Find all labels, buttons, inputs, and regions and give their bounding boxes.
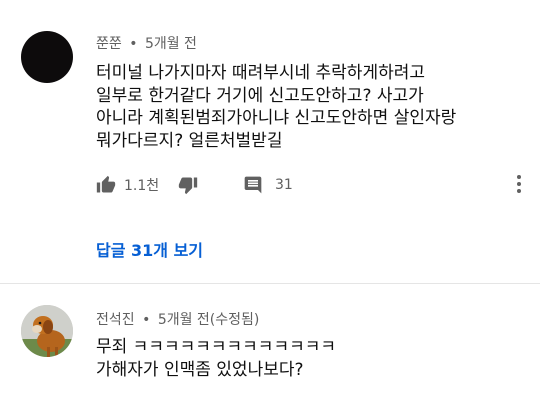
- comment-line: 가해자가 인맥좀 있었나보다?: [96, 359, 304, 380]
- view-replies-link[interactable]: 답글 31개 보기: [96, 237, 203, 261]
- like-button[interactable]: 1.1천: [96, 170, 159, 200]
- dog-photo: [21, 305, 73, 357]
- comment-time[interactable]: 5개월 전(수정됨): [158, 312, 260, 328]
- comment-icon: [243, 175, 263, 195]
- comment-line: 아니라 계획된범죄가아니냐 신고도안하면 살인자랑: [96, 108, 457, 128]
- comment-line: 무죄 ㅋㅋㅋㅋㅋㅋㅋㅋㅋㅋㅋㅋㅋ: [96, 337, 337, 357]
- comment-author[interactable]: 쭌쭌: [96, 36, 122, 52]
- comment-line: 터미널 나가지마자 때려부시네 추락하게하려고: [96, 63, 426, 83]
- comment-line: 일부로 한거같다 거기에 신고도안하고? 사고가: [96, 85, 424, 106]
- meta-separator: •: [142, 312, 151, 328]
- like-count: 1.1천: [124, 178, 160, 194]
- divider: [0, 283, 540, 284]
- comment-meta: 쭌쭌 • 5개월 전: [96, 33, 197, 53]
- more-options-button[interactable]: [516, 174, 522, 198]
- reply-button[interactable]: 31: [243, 170, 293, 200]
- avatar[interactable]: [21, 305, 73, 357]
- dislike-button[interactable]: [178, 170, 198, 200]
- thumbs-down-icon: [178, 175, 198, 195]
- reply-count: 31: [275, 177, 293, 193]
- comment-meta: 전석진 • 5개월 전(수정됨): [96, 309, 259, 329]
- comment-text: 무죄 ㅋㅋㅋㅋㅋㅋㅋㅋㅋㅋㅋㅋㅋ 가해자가 인맥좀 있었나보다?: [96, 336, 336, 381]
- thumbs-up-icon: [96, 175, 116, 195]
- comment-author[interactable]: 전석진: [96, 312, 135, 328]
- comment-time[interactable]: 5개월 전: [145, 36, 197, 52]
- comment-text: 터미널 나가지마자 때려부시네 추락하게하려고 일부로 한거같다 거기에 신고도…: [96, 62, 456, 152]
- comment-line: 뭐가다르지? 얼른처벌받길: [96, 130, 283, 151]
- avatar[interactable]: [21, 31, 73, 83]
- meta-separator: •: [129, 36, 138, 52]
- more-vertical-icon: [516, 175, 522, 198]
- comment-actions: 1.1천 31: [96, 170, 540, 200]
